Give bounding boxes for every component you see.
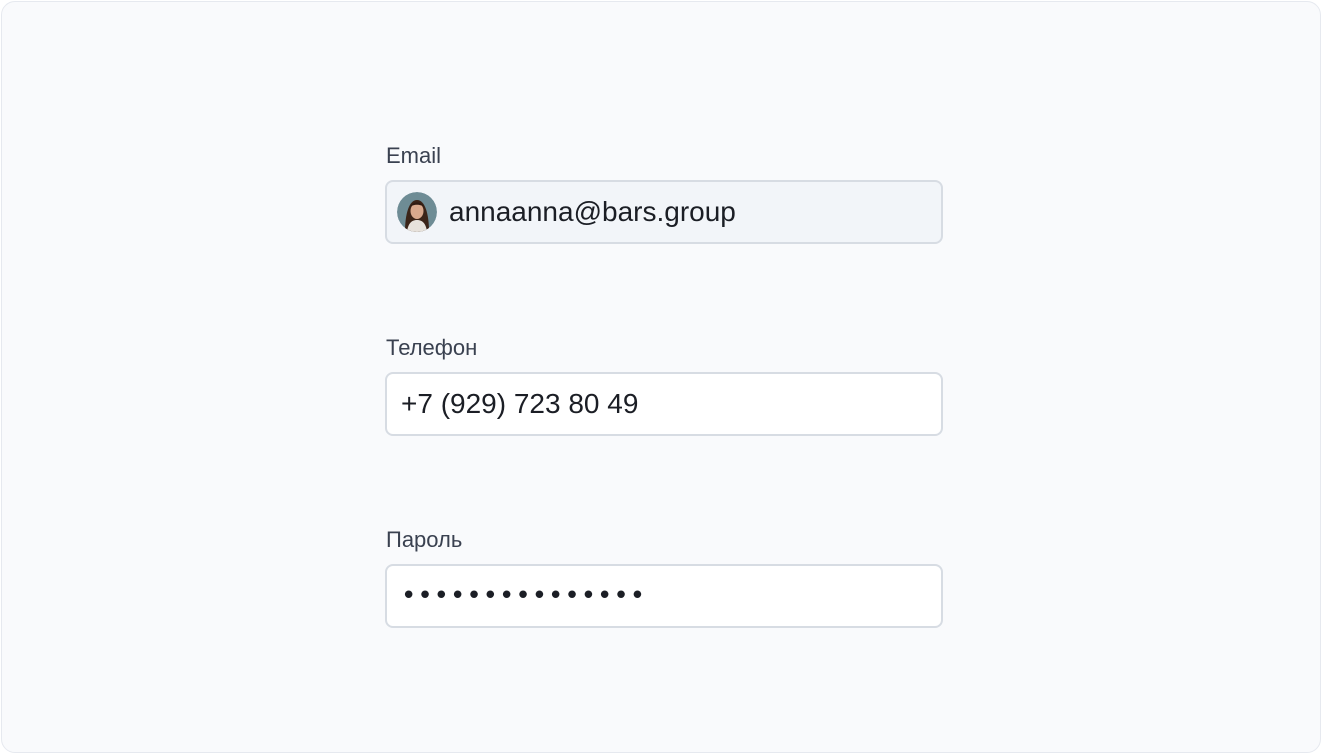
email-field-group: Email annaanna@bars.group [385,142,943,334]
phone-field[interactable]: +7 (929) 723 80 49 [385,372,943,436]
phone-field-group: Телефон +7 (929) 723 80 49 [385,334,943,526]
password-field[interactable]: ••••••••••••••• [385,564,943,628]
phone-label: Телефон [386,335,478,360]
password-label: Пароль [386,527,463,552]
phone-value: +7 (929) 723 80 49 [401,388,639,419]
email-label: Email [386,143,442,168]
account-form: Email annaanna@bars.group Телефон +7 (92… [385,142,943,718]
password-value: ••••••••••••••• [401,581,647,611]
email-value: annaanna@bars.group [449,196,736,227]
form-card: Email annaanna@bars.group Телефон +7 (92… [1,1,1321,753]
password-field-group: Пароль ••••••••••••••• [385,526,943,718]
avatar [397,192,437,232]
email-field[interactable]: annaanna@bars.group [385,180,943,244]
